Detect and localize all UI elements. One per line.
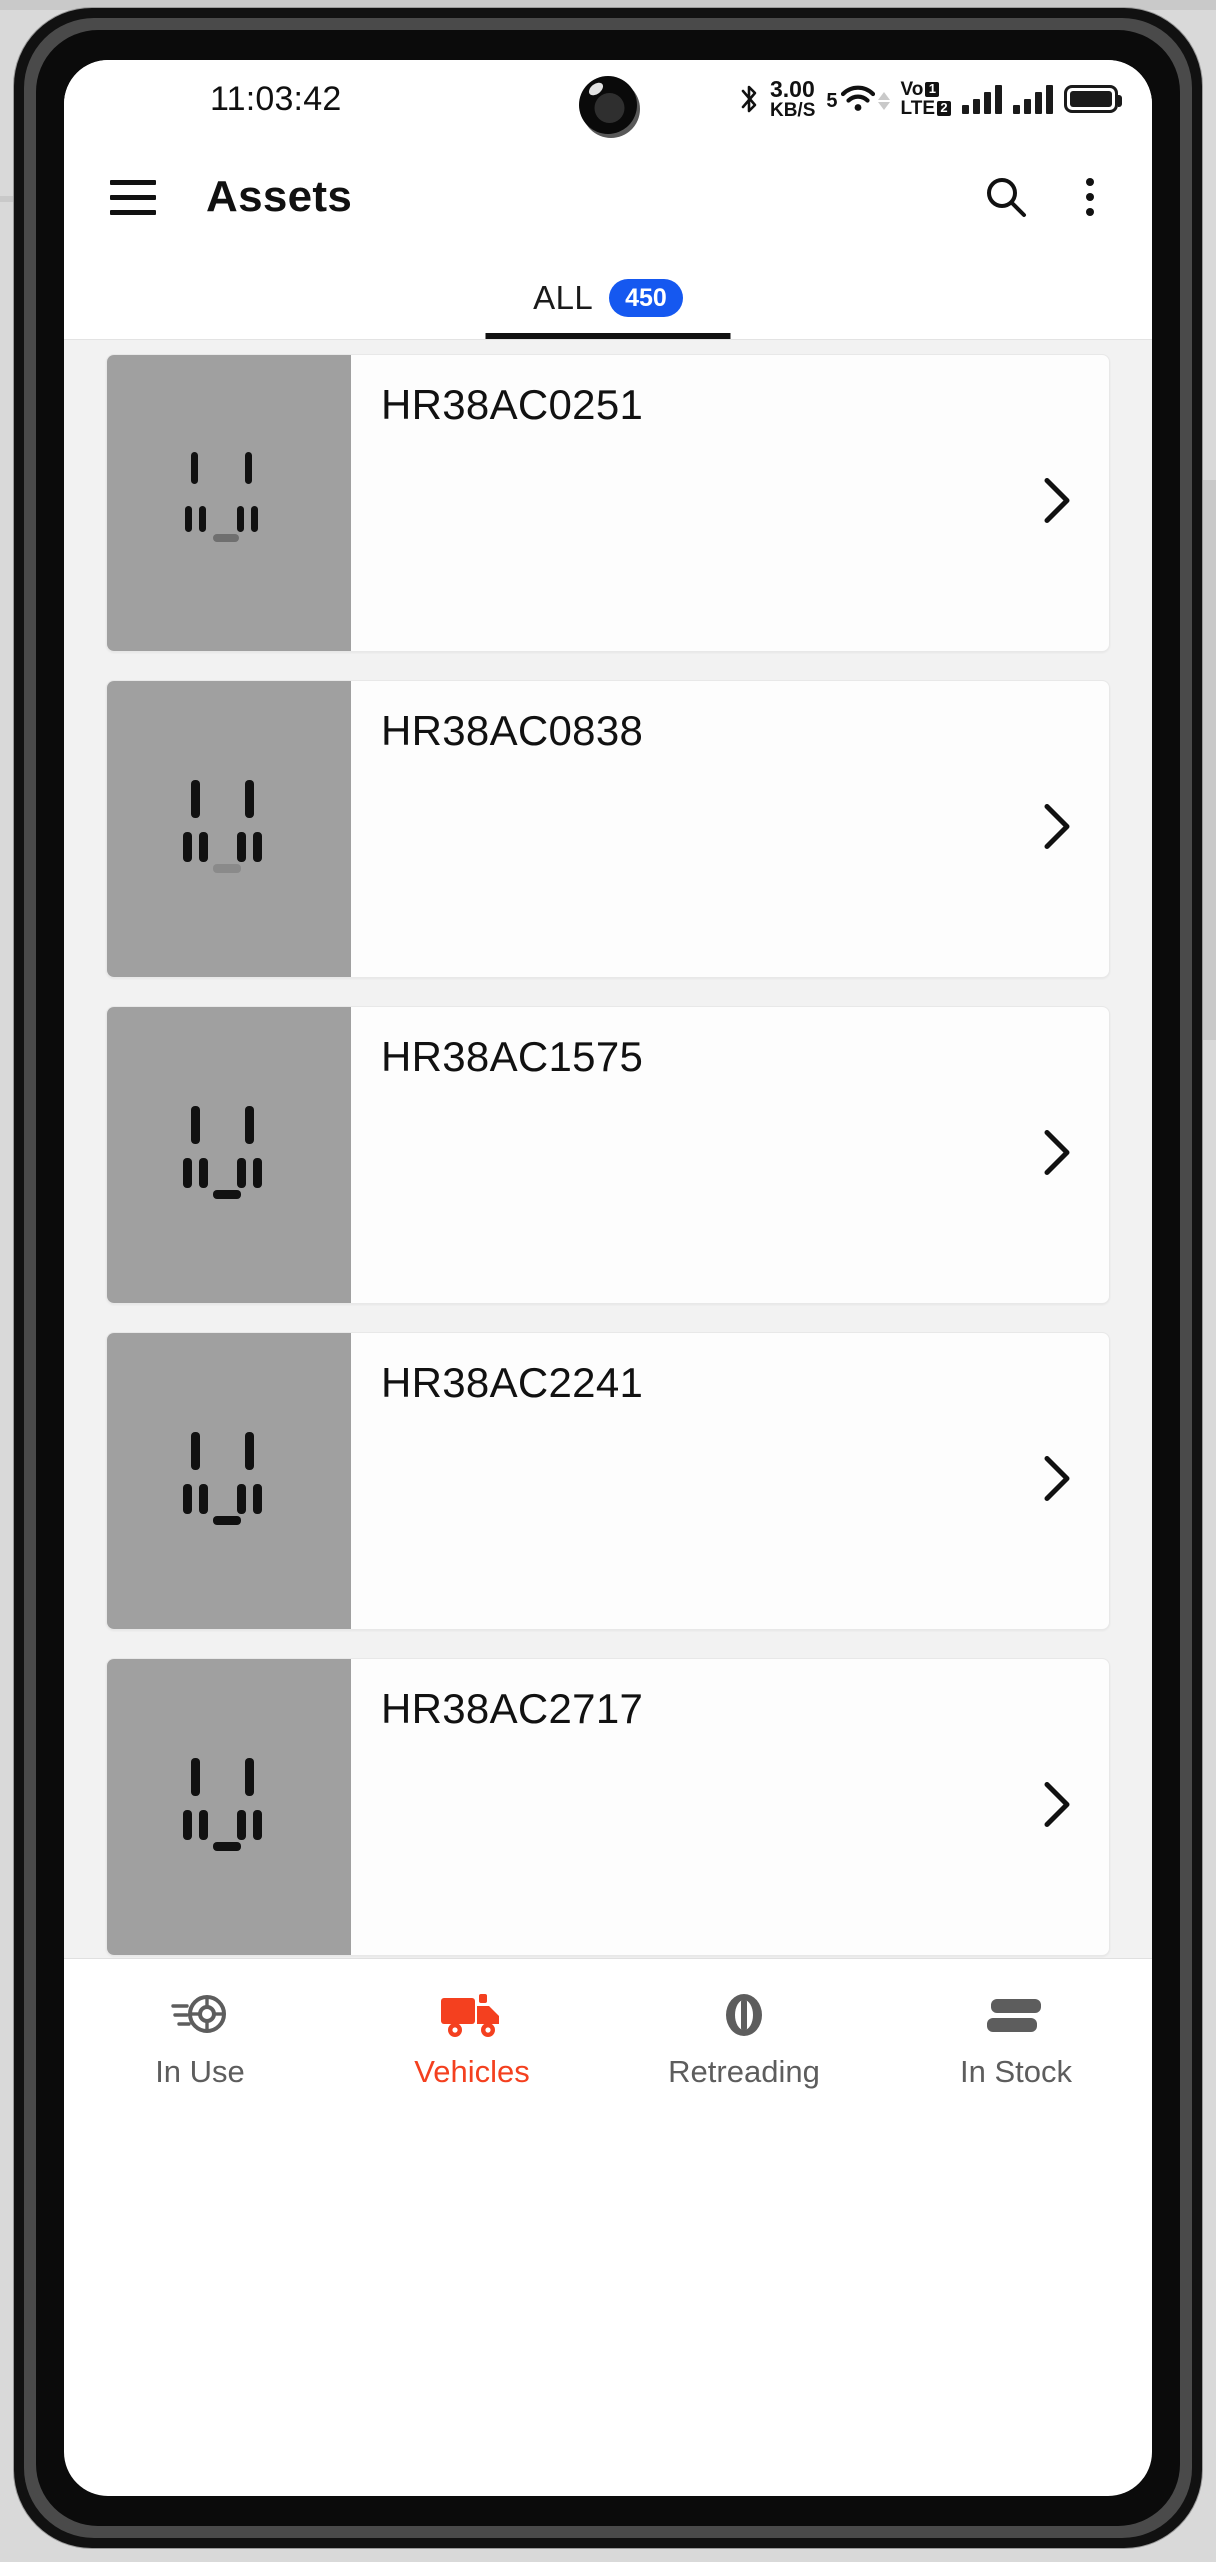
asset-thumbnail	[107, 1007, 351, 1303]
chevron-right-icon[interactable]	[1037, 1777, 1077, 1838]
volte-icon: Vo 1 LTE 2	[900, 78, 951, 119]
asset-card-body: HR38AC1575	[351, 1007, 1109, 1303]
asset-thumbnail	[107, 355, 351, 651]
hamburger-menu-icon[interactable]	[110, 179, 156, 215]
asset-name: HR38AC2717	[381, 1685, 644, 1732]
asset-name: HR38AC0838	[381, 707, 644, 754]
broken-image-placeholder-icon	[169, 774, 289, 884]
desktop-backdrop: 11:03:42 3.00 KB/S 5 Vo 1 LTE 2 Assets A…	[0, 0, 1216, 2562]
nav-item-retreading[interactable]: Retreading	[608, 1988, 880, 2090]
asset-thumbnail	[107, 1659, 351, 1955]
wifi-waves-icon	[840, 85, 875, 111]
chevron-right-icon[interactable]	[1037, 1451, 1077, 1512]
page-title: Assets	[206, 172, 353, 221]
volte-line1: Vo	[900, 78, 924, 100]
nav-label-vehicles: Vehicles	[414, 2053, 530, 2089]
wifi-icon: 5	[826, 85, 890, 113]
asset-card-body: HR38AC0838	[351, 681, 1109, 977]
asset-thumbnail	[107, 681, 351, 977]
tab-all[interactable]: ALL 450	[533, 279, 683, 339]
sim2-badge: 2	[937, 100, 951, 117]
backdrop-strip-right	[1202, 480, 1216, 1040]
sim1-badge: 1	[925, 81, 940, 97]
volte-line2: LTE	[900, 97, 935, 119]
bottom-navigation: In Use Vehicles Retreading In Stock	[64, 1958, 1152, 2118]
chevron-right-icon[interactable]	[1037, 799, 1077, 860]
asset-name: HR38AC2241	[381, 1359, 644, 1406]
broken-image-placeholder-icon	[169, 1426, 289, 1536]
asset-list[interactable]: HR38AC0251 HR38AC0838 HR38AC1575 HR38AC2…	[64, 340, 1152, 1958]
data-speed-icon: 3.00 KB/S	[769, 75, 816, 122]
status-icons: 3.00 KB/S 5 Vo 1 LTE 2	[739, 75, 1122, 122]
status-time: 11:03:42	[210, 79, 342, 118]
more-vertical-icon[interactable]	[1074, 174, 1106, 220]
battery-icon	[1064, 84, 1122, 113]
retreading-icon	[718, 1988, 770, 2042]
asset-name: HR38AC0251	[381, 381, 644, 428]
chevron-right-icon[interactable]	[1037, 473, 1077, 534]
data-speed-unit: KB/S	[769, 100, 816, 122]
wifi-band-label: 5	[826, 89, 838, 112]
tab-bar: ALL 450	[64, 256, 1152, 340]
nav-label-in-stock: In Stock	[960, 2053, 1072, 2089]
table-row[interactable]: HR38AC2241	[106, 1332, 1110, 1630]
broken-image-placeholder-icon	[169, 448, 289, 558]
asset-card-body: HR38AC2717	[351, 1659, 1109, 1955]
data-speed-value: 3.00	[769, 75, 815, 102]
nav-item-in-use[interactable]: In Use	[64, 1988, 336, 2090]
nav-label-retreading: Retreading	[668, 2053, 820, 2089]
bluetooth-icon	[741, 85, 757, 113]
table-row[interactable]: HR38AC2717	[106, 1658, 1110, 1956]
table-row[interactable]: HR38AC0251	[106, 354, 1110, 652]
asset-card-body: HR38AC0251	[351, 355, 1109, 651]
tab-active-indicator	[485, 333, 731, 339]
nav-item-in-stock[interactable]: In Stock	[880, 1988, 1152, 2090]
app-bar: Assets	[64, 138, 1152, 256]
broken-image-placeholder-icon	[169, 1100, 289, 1210]
broken-image-placeholder-icon	[169, 1752, 289, 1862]
asset-card-body: HR38AC2241	[351, 1333, 1109, 1629]
tab-all-label: ALL	[533, 279, 594, 316]
camera-lens	[594, 93, 625, 123]
nav-item-vehicles[interactable]: Vehicles	[336, 1988, 608, 2090]
phone-frame: 11:03:42 3.00 KB/S 5 Vo 1 LTE 2 Assets A…	[14, 8, 1202, 2548]
phone-screen: 11:03:42 3.00 KB/S 5 Vo 1 LTE 2 Assets A…	[64, 60, 1152, 2496]
tab-all-count: 450	[609, 279, 683, 317]
app-bar-actions	[982, 173, 1106, 221]
nav-label-in-use: In Use	[155, 2053, 245, 2089]
signal-icon-sim1	[962, 84, 1002, 114]
stacked-tires-icon	[985, 1988, 1047, 2042]
table-row[interactable]: HR38AC0838	[106, 680, 1110, 978]
search-icon[interactable]	[982, 173, 1030, 221]
table-row[interactable]: HR38AC1575	[106, 1006, 1110, 1304]
chevron-right-icon[interactable]	[1037, 1125, 1077, 1186]
truck-icon	[439, 1988, 505, 2042]
backdrop-strip-left	[0, 196, 14, 202]
signal-icon-sim2	[1013, 84, 1053, 114]
wifi-transfer-arrows	[877, 91, 890, 113]
asset-thumbnail	[107, 1333, 351, 1629]
tire-in-use-icon	[171, 1988, 229, 2042]
asset-name: HR38AC1575	[381, 1033, 644, 1080]
camera-punch-hole-icon	[579, 76, 637, 134]
status-bar: 11:03:42 3.00 KB/S 5 Vo 1 LTE 2	[64, 60, 1152, 138]
